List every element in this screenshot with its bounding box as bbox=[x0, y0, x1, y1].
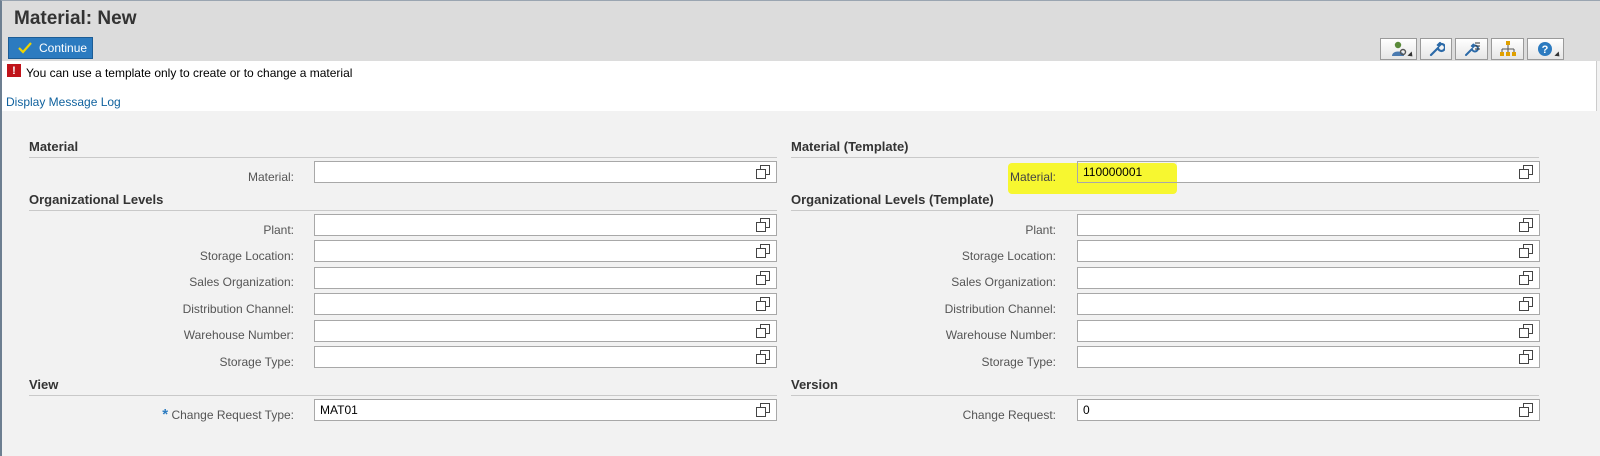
template-storage-type-label: Storage Type: bbox=[981, 355, 1057, 369]
value-help-icon[interactable] bbox=[756, 271, 770, 285]
storage-type-input[interactable] bbox=[314, 346, 777, 368]
template-warehouse-number-input[interactable] bbox=[1077, 320, 1540, 342]
change-request-label: Change Request: bbox=[962, 408, 1056, 422]
warehouse-number-input[interactable] bbox=[314, 320, 777, 342]
value-help-icon[interactable] bbox=[1519, 244, 1533, 258]
plant-label: Plant: bbox=[263, 223, 294, 237]
template-distribution-channel-input[interactable] bbox=[1077, 293, 1540, 315]
section-divider bbox=[29, 210, 777, 211]
template-material-label: Material: bbox=[1009, 170, 1056, 184]
template-storage-location-label: Storage Location: bbox=[961, 249, 1056, 263]
change-request-input[interactable]: 0 bbox=[1077, 399, 1540, 421]
hierarchy-button[interactable] bbox=[1491, 38, 1524, 60]
change-request-type-value: MAT01 bbox=[320, 403, 358, 417]
value-help-icon[interactable] bbox=[756, 297, 770, 311]
material-label: Material: bbox=[247, 170, 294, 184]
help-icon: ? bbox=[1537, 42, 1552, 56]
error-message: You can use a template only to create or… bbox=[26, 66, 353, 80]
template-warehouse-number-label: Warehouse Number: bbox=[945, 328, 1056, 342]
template-plant-input[interactable] bbox=[1077, 214, 1540, 236]
template-storage-location-input[interactable] bbox=[1077, 240, 1540, 262]
continue-button-label: Continue bbox=[39, 41, 88, 55]
help-button[interactable]: ? bbox=[1527, 38, 1564, 60]
value-help-icon[interactable] bbox=[756, 403, 770, 417]
storage-location-label: Storage Location: bbox=[199, 249, 294, 263]
template-plant-label: Plant: bbox=[1025, 223, 1056, 237]
warehouse-number-label: Warehouse Number: bbox=[183, 328, 294, 342]
template-sales-organization-input[interactable] bbox=[1077, 267, 1540, 289]
storage-type-label: Storage Type: bbox=[219, 355, 295, 369]
value-help-icon[interactable] bbox=[756, 350, 770, 364]
section-divider bbox=[791, 395, 1539, 396]
section-divider bbox=[791, 157, 1539, 158]
hierarchy-icon bbox=[1499, 41, 1516, 56]
plant-input[interactable] bbox=[314, 214, 777, 236]
distribution-channel-label: Distribution Channel: bbox=[182, 302, 294, 316]
continue-button[interactable]: Continue bbox=[8, 37, 93, 59]
section-material-template: Material (Template) bbox=[791, 139, 909, 154]
technical-settings-button[interactable] bbox=[1455, 38, 1488, 60]
section-divider bbox=[29, 157, 777, 158]
sales-organization-label: Sales Organization: bbox=[189, 275, 294, 289]
change-request-type-label: Change Request Type: bbox=[171, 408, 294, 422]
value-help-icon[interactable] bbox=[1519, 165, 1533, 179]
sales-organization-input[interactable] bbox=[314, 267, 777, 289]
material-input[interactable] bbox=[314, 161, 777, 183]
template-sales-organization-label: Sales Organization: bbox=[951, 275, 1056, 289]
value-help-icon[interactable] bbox=[1519, 324, 1533, 338]
svg-text:?: ? bbox=[1541, 44, 1548, 56]
section-view: View bbox=[29, 377, 59, 392]
section-version: Version bbox=[791, 377, 838, 392]
template-material-input-bg bbox=[1177, 162, 1539, 182]
value-help-icon[interactable] bbox=[756, 218, 770, 232]
settings-button[interactable] bbox=[1420, 38, 1452, 60]
change-request-type-input[interactable]: MAT01 bbox=[314, 399, 777, 421]
section-organizational-levels-template: Organizational Levels (Template) bbox=[791, 192, 994, 207]
section-organizational-levels: Organizational Levels bbox=[29, 192, 164, 207]
value-help-icon[interactable] bbox=[1519, 350, 1533, 364]
section-divider bbox=[29, 395, 777, 396]
template-storage-type-input[interactable] bbox=[1077, 346, 1540, 368]
checkmark-icon bbox=[18, 42, 32, 54]
value-help-icon[interactable] bbox=[756, 244, 770, 258]
technical-settings-icon bbox=[1464, 42, 1480, 56]
value-help-icon[interactable] bbox=[756, 324, 770, 338]
template-distribution-channel-label: Distribution Channel: bbox=[944, 302, 1056, 316]
change-request-type-label-wrap: * Change Request Type: bbox=[100, 406, 294, 423]
section-divider bbox=[791, 210, 1539, 211]
value-help-icon[interactable] bbox=[1519, 297, 1533, 311]
value-help-icon[interactable] bbox=[1519, 403, 1533, 417]
template-material-value: 110000001 bbox=[1083, 165, 1143, 179]
personalize-icon bbox=[1391, 41, 1406, 56]
storage-location-input[interactable] bbox=[314, 240, 777, 262]
settings-wrench-icon bbox=[1429, 41, 1445, 57]
header-bar: Material: New Continue ? bbox=[2, 1, 1600, 61]
display-message-log-link[interactable]: Display Message Log bbox=[6, 95, 121, 109]
value-help-icon[interactable] bbox=[1519, 271, 1533, 285]
section-material: Material bbox=[29, 139, 79, 154]
error-icon: ! bbox=[7, 64, 21, 77]
message-area: ! You can use a template only to create … bbox=[2, 61, 1597, 111]
value-help-icon[interactable] bbox=[756, 165, 770, 179]
distribution-channel-input[interactable] bbox=[314, 293, 777, 315]
personalize-button[interactable] bbox=[1380, 38, 1417, 60]
page-title: Material: New bbox=[14, 8, 137, 29]
value-help-icon[interactable] bbox=[1519, 218, 1533, 232]
change-request-value: 0 bbox=[1083, 403, 1090, 417]
required-marker: * bbox=[162, 406, 169, 423]
